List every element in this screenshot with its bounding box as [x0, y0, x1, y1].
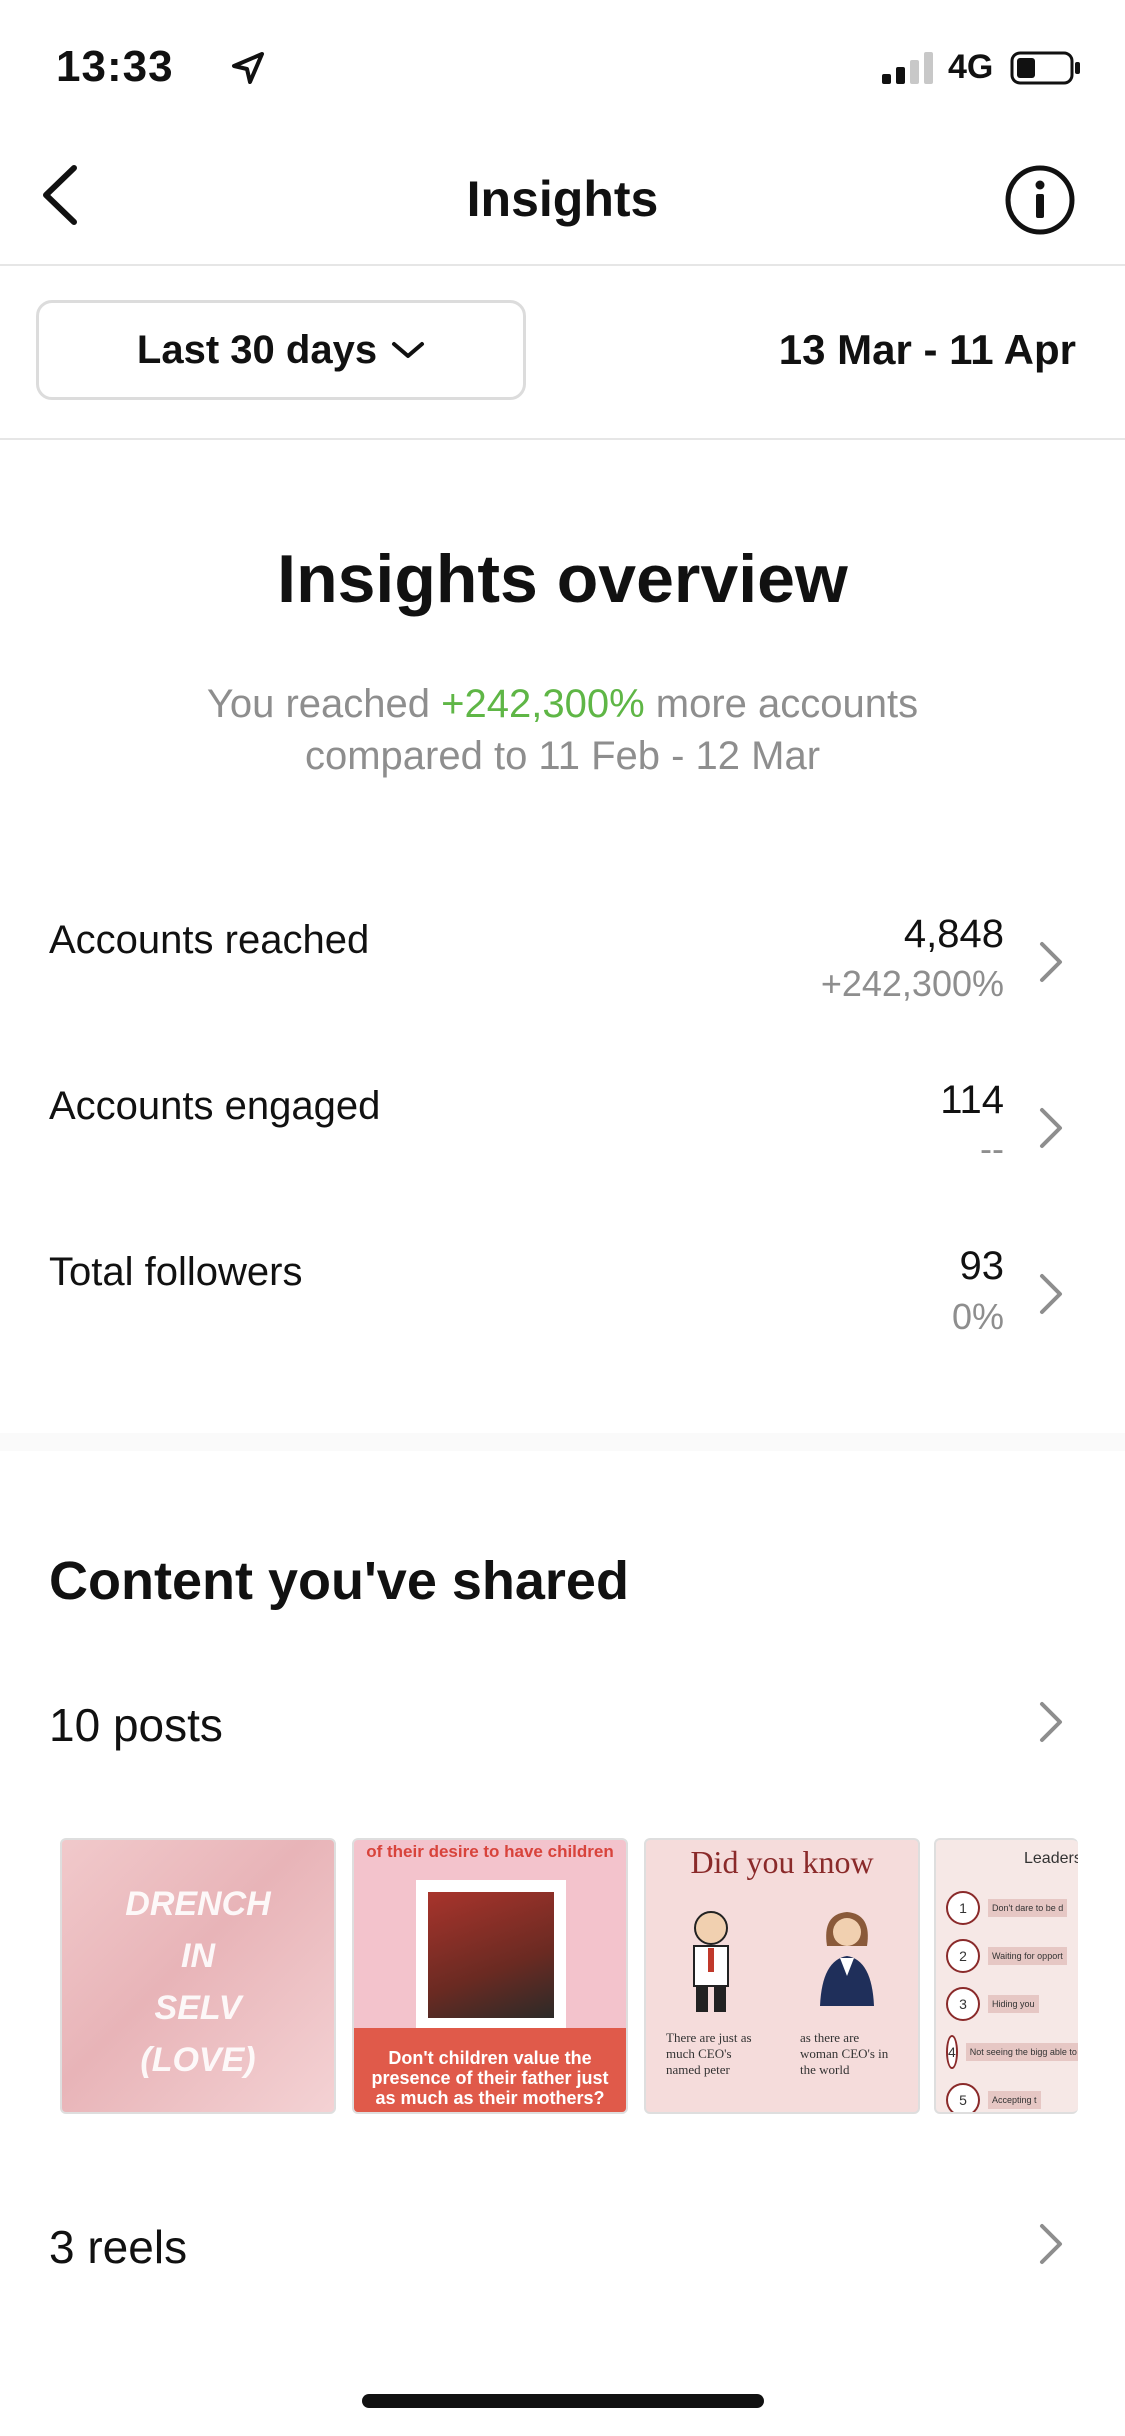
metric-value: 4,848 — [903, 912, 1004, 956]
overview-title: Insights overview — [277, 541, 848, 617]
chevron-right-icon — [1040, 1274, 1062, 1314]
thumbnail-text: Leaders — [1024, 1850, 1078, 1867]
divider — [0, 438, 1125, 440]
metric-label: Accounts engaged — [49, 1084, 381, 1128]
thumbnail-text: Did you know — [690, 1844, 874, 1880]
thumbnail-text: There are just as much CEO's named peter — [666, 2030, 752, 2077]
thumbnail-text: DRENCH — [125, 1885, 271, 1923]
metric-value: 93 — [959, 1244, 1005, 1288]
divider — [0, 264, 1125, 266]
thumbnail-text: Don't dare to be d — [988, 1899, 1068, 1917]
metric-label: Accounts reached — [49, 918, 370, 962]
thumbnail-text: Hiding you — [988, 1995, 1039, 2013]
info-icon[interactable] — [1004, 164, 1076, 236]
chevron-down-icon — [392, 342, 425, 358]
thumbnail-text: IN — [181, 1937, 215, 1975]
metric-delta: +242,300% — [820, 963, 1004, 1004]
date-range-text: 13 Mar - 11 Apr — [778, 326, 1076, 373]
post-thumbnail[interactable]: Leaders 1 Don't dare to be d 2 Waiting f… — [934, 1838, 1078, 2114]
thumbnail-text: Not seeing the bigg able to get e — [965, 2043, 1078, 2061]
metric-value: 114 — [940, 1078, 1004, 1122]
page-title: Insights — [466, 171, 659, 227]
chevron-right-icon — [1040, 1702, 1062, 1742]
thumbnail-text: Don't children value the presence of the… — [371, 2048, 609, 2108]
signal-icon — [882, 52, 933, 84]
content-section-title: Content you've shared — [49, 1551, 629, 1611]
thumbnail-photo — [416, 1880, 566, 2030]
metric-delta: -- — [980, 1128, 1004, 1169]
post-thumbnail[interactable]: Did you know There are just as much CEO'… — [644, 1838, 920, 2114]
date-range-dropdown[interactable]: Last 30 days — [36, 300, 526, 400]
thumbnail-text: as there are woman CEO's in the world — [800, 2030, 889, 2077]
date-range-dropdown-label: Last 30 days — [136, 327, 378, 372]
battery-icon — [1010, 51, 1080, 85]
reels-count-label: 3 reels — [49, 2221, 188, 2273]
overview-subtitle: You reached +242,300% more accounts comp… — [0, 678, 1125, 782]
man-figure-icon — [693, 1911, 729, 2012]
overview-sub-prefix: You reached — [206, 682, 442, 726]
overview-sub-suffix: more accounts — [644, 682, 919, 726]
location-arrow-icon — [232, 52, 264, 84]
network-type: 4G — [948, 48, 994, 86]
woman-figure-icon — [820, 1912, 874, 2006]
post-thumbnail[interactable]: of their desire to have children Don't c… — [352, 1838, 628, 2114]
posts-count-label: 10 posts — [49, 1699, 223, 1751]
thumbnail-text: (LOVE) — [140, 2041, 256, 2079]
section-divider — [0, 1433, 1125, 1451]
chevron-right-icon — [1040, 2224, 1062, 2264]
status-time: 13:33 — [56, 42, 174, 91]
overview-sub-highlight: +242,300% — [441, 682, 645, 726]
chevron-right-icon — [1040, 942, 1062, 982]
chevron-right-icon — [1040, 1108, 1062, 1148]
post-thumbnail[interactable]: DRENCH IN SELV (LOVE) — [60, 1838, 336, 2114]
thumbnail-text: Waiting for opport — [988, 1947, 1067, 1965]
home-indicator[interactable] — [362, 2394, 764, 2408]
metric-label: Total followers — [49, 1250, 303, 1294]
metric-delta: 0% — [951, 1296, 1004, 1337]
thumbnail-text: of their desire to have children — [366, 1842, 614, 1861]
thumbnail-text: SELV — [154, 1989, 242, 2027]
overview-sub-comparison: compared to 11 Feb - 12 Mar — [304, 734, 821, 778]
thumbnail-text: Accepting t — [988, 2091, 1041, 2109]
